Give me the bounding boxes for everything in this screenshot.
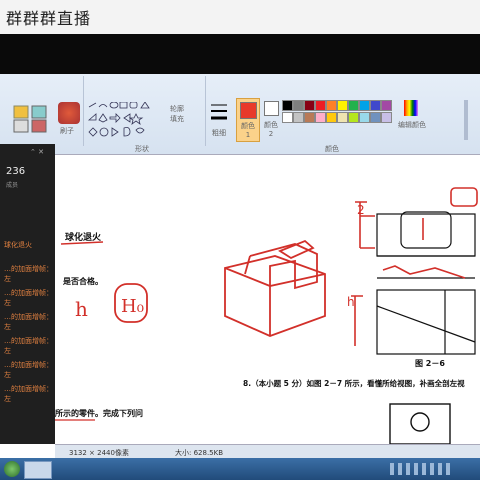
palette-swatch[interactable] [359, 100, 370, 111]
palette-swatch[interactable] [337, 100, 348, 111]
palette-swatch[interactable] [348, 100, 359, 111]
palette-swatch[interactable] [293, 100, 304, 111]
palette-swatch[interactable] [370, 112, 381, 123]
palette-swatch[interactable] [304, 100, 315, 111]
chat-side-panel: ⌃ ✕ 236 成员 球化退火 …的加面增帧：左 …的加面增帧：左 …的加面增帧：左 …… [0, 144, 55, 444]
palette-swatch[interactable] [381, 112, 392, 123]
red-3d-sketch [224, 239, 326, 337]
chat-message: …的加面增帧：左 [4, 337, 53, 355]
tray-icons[interactable] [390, 463, 450, 475]
palette-swatch[interactable] [381, 100, 392, 111]
member-label: 成员 [6, 182, 19, 189]
palette-swatch[interactable] [315, 100, 326, 111]
color2-label: 颜色 2 [264, 121, 278, 138]
palette-swatch[interactable] [293, 112, 304, 123]
status-filesize: 大小: 628.5KB [175, 449, 224, 457]
taskbar-app-paint-icon[interactable] [24, 461, 52, 479]
title-bar: 群群群直播 [0, 0, 480, 34]
stream-title: 群群群直播 [6, 9, 92, 28]
text-icon [13, 119, 29, 133]
palette-swatch[interactable] [282, 112, 293, 123]
fill-icon [31, 105, 47, 119]
colors-group-label: 颜色 [325, 145, 339, 153]
size-label: 粗细 [212, 129, 226, 137]
red-dim-h: h [347, 295, 355, 309]
edit-colors-label[interactable]: 编辑颜色 [398, 120, 426, 130]
tool-icons[interactable] [12, 104, 52, 134]
status-dimensions: 3132 × 2440像素 [69, 449, 129, 457]
figure-caption: 图 2－6 [415, 359, 445, 368]
outline-label[interactable]: 轮廓 [170, 104, 184, 114]
ribbon-scroll[interactable] [464, 100, 468, 140]
palette-swatch[interactable] [337, 112, 348, 123]
chat-message: …的加面增帧：左 [4, 313, 53, 331]
drawing-canvas[interactable]: 球化退火 是否合格。 h H₀ 2 h 图 2－6 8.（本小题 5 分）如图 … [54, 156, 480, 445]
palette-swatch[interactable] [282, 100, 293, 111]
color-palette[interactable] [282, 100, 402, 126]
fig-27-circle [410, 412, 430, 432]
palette-swatch[interactable] [315, 112, 326, 123]
palette-swatch[interactable] [359, 112, 370, 123]
collapse-icon[interactable]: ⌃ ✕ [30, 148, 44, 156]
chat-message: …的加面增帧：左 [4, 361, 53, 379]
taskbar [0, 458, 480, 480]
doc-text-anneal: 球化退火 [65, 231, 102, 243]
fig-27-box [389, 403, 451, 445]
shapes-gallery[interactable] [86, 102, 166, 142]
chat-message: …的加面增帧：左 [4, 289, 53, 307]
color1-swatch [240, 102, 257, 119]
question-parts: 所示的零件。完成下列问 [55, 408, 143, 418]
paint-ribbon: 刷子 轮廓 填充 形状 粗细 颜色 1 颜色 2 颜色 编辑颜色 [0, 74, 480, 155]
handwriting-h0: H₀ [121, 296, 144, 317]
shapes-group-label: 形状 [135, 145, 149, 153]
question-8: 8.（本小题 5 分）如图 2－7 所示，看懂所给视图，补画全剖左视 [243, 378, 465, 388]
chat-message: …的加面增帧：左 [4, 265, 53, 283]
palette-swatch[interactable] [304, 112, 315, 123]
brush-icon[interactable] [58, 102, 80, 124]
palette-swatch[interactable] [326, 112, 337, 123]
color1-label: 颜色 1 [241, 122, 255, 139]
picker-icon [31, 119, 47, 133]
color2-button[interactable]: 颜色 2 [261, 98, 281, 140]
start-button-icon[interactable] [4, 461, 20, 477]
color2-swatch [264, 101, 279, 116]
chat-message: 球化退火 [4, 241, 32, 249]
palette-swatch[interactable] [348, 112, 359, 123]
doc-text-pass: 是否合格。 [62, 276, 103, 286]
status-bar: 3132 × 2440像素 大小: 628.5KB [55, 444, 480, 459]
size-icon[interactable] [210, 102, 228, 126]
video-black-band [0, 34, 480, 74]
color1-button[interactable]: 颜色 1 [236, 98, 260, 142]
palette-swatch[interactable] [370, 100, 381, 111]
brush-label: 刷子 [60, 127, 74, 135]
canvas-content[interactable]: 球化退火 是否合格。 h H₀ 2 h 图 2－6 8.（本小题 5 分）如图 … [54, 156, 480, 445]
pencil-icon [13, 105, 29, 119]
red-dim-2: 2 [357, 203, 365, 217]
edit-colors-icon[interactable] [404, 100, 418, 116]
member-count: 236 [6, 166, 26, 177]
orthographic-drawing [376, 211, 476, 355]
chat-message: …的加面增帧：左 [4, 385, 53, 403]
palette-swatch[interactable] [326, 100, 337, 111]
fill-label[interactable]: 填充 [170, 114, 184, 124]
handwriting-h: h [75, 297, 88, 321]
